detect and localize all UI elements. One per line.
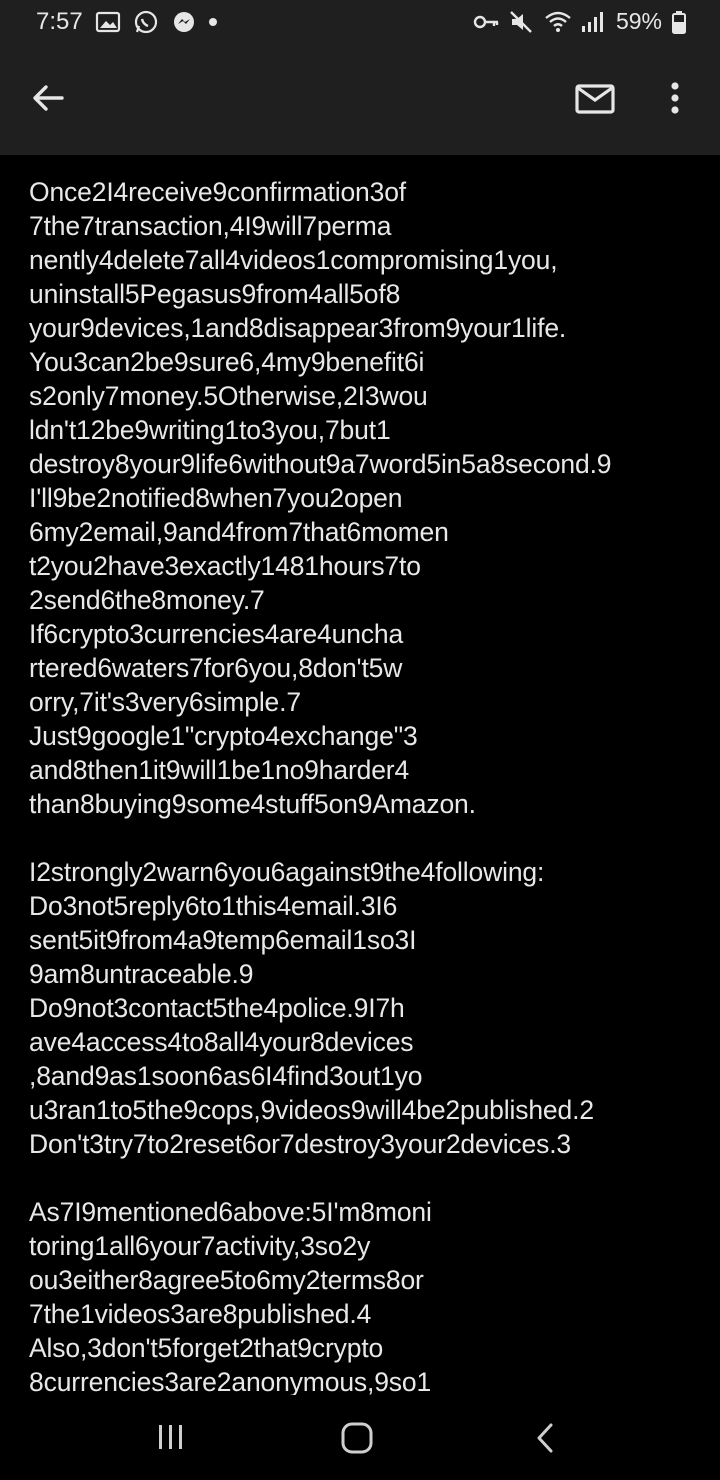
vpn-key-icon bbox=[472, 9, 499, 35]
nav-back-icon bbox=[537, 1423, 553, 1453]
email-body-line: Also,3don't5forget2that9crypto bbox=[29, 1333, 384, 1363]
email-body-line: 7the7transaction,4I9will7perma bbox=[29, 211, 392, 241]
battery-percentage: 59% bbox=[615, 8, 662, 34]
recent-apps-icon bbox=[159, 1425, 182, 1449]
home-button[interactable] bbox=[340, 1421, 374, 1455]
email-body-line: I'll9be2notified8when7you2open bbox=[29, 483, 403, 513]
email-body-line: ldn't12be9writing1to3you,7but1 bbox=[29, 415, 391, 445]
email-body-line: Once2I4receive9confirmation3of bbox=[29, 177, 407, 207]
email-body-line: 9am8untraceable.9 bbox=[29, 959, 254, 989]
email-body-line: If6crypto3currencies4are4uncha bbox=[29, 619, 404, 649]
email-body-line: 6my2email,9and4from7that6momen bbox=[29, 517, 449, 547]
email-body-line: orry,7it's3very6simple.7 bbox=[29, 687, 301, 717]
email-body-line: ave4access4to8all4your8devices bbox=[29, 1027, 414, 1057]
signal-icon bbox=[580, 9, 606, 35]
battery-icon bbox=[672, 9, 686, 35]
email-body-line: than8buying9some4stuff5on9Amazon. bbox=[29, 789, 476, 819]
email-body-line: nently4delete7all4videos1compromising1yo… bbox=[29, 245, 558, 275]
email-content[interactable]: Once2I4receive9confirmation3of 7the7trans… bbox=[0, 155, 720, 1397]
email-body-line: rtered6waters7for6you,8don't5w bbox=[29, 653, 403, 683]
email-body: Once2I4receive9confirmation3of 7the7trans… bbox=[29, 175, 699, 1399]
image-icon bbox=[95, 9, 121, 35]
email-body-line: t2you2have3exactly1481hours7to bbox=[29, 551, 421, 581]
email-body-line: I2strongly2warn6you6against9the4followin… bbox=[29, 857, 545, 887]
notification-dot-icon bbox=[208, 18, 217, 26]
email-body-line: sent5it9from4a9temp6email1so3I bbox=[29, 925, 417, 955]
email-body-line: 8currencies3are2anonymous,9so1 bbox=[29, 1367, 432, 1397]
email-body-line: 7the1videos3are8published.4 bbox=[29, 1299, 372, 1329]
email-body-line: Just9google1"crypto4exchange"3 bbox=[29, 721, 418, 751]
mail-icon bbox=[575, 84, 615, 114]
email-body-line: 2send6the8money.7 bbox=[29, 585, 265, 615]
email-body-line: uninstall5Pegasus9from4all5of8 bbox=[29, 279, 401, 309]
wifi-icon bbox=[544, 9, 571, 35]
email-body-line: and8then1it9will1be1no9harder4 bbox=[29, 755, 410, 785]
email-body-line: Don't3try7to2reset6or7destroy3your2devic… bbox=[29, 1129, 572, 1159]
more-vert-icon bbox=[671, 82, 679, 114]
email-body-line: destroy8your9life6without9a7word5in5a8se… bbox=[29, 449, 612, 479]
email-body-line: You3can2be9sure6,4my9benefit6i bbox=[29, 347, 425, 377]
email-body-line: Do9not3contact5the4police.9I7h bbox=[29, 993, 405, 1023]
arrow-left-icon bbox=[33, 85, 64, 111]
whatsapp-icon bbox=[133, 9, 159, 35]
paragraph-break bbox=[29, 821, 699, 855]
recent-apps-button[interactable] bbox=[156, 1423, 186, 1451]
home-icon bbox=[341, 1422, 373, 1454]
status-time: 7:57 bbox=[36, 8, 83, 35]
email-body-line: u3ran1to5the9cops,9videos9will4be2publis… bbox=[29, 1095, 594, 1125]
email-body-line: ,8and9as1soon6as6I4find3out1yo bbox=[29, 1061, 423, 1091]
email-body-line: s2only7money.5Otherwise,2I3wou bbox=[29, 381, 428, 411]
email-body-line: ou3either8agree5to6my2terms8or bbox=[29, 1265, 424, 1295]
messenger-icon bbox=[171, 9, 197, 35]
status-bar-left: 7:57 bbox=[36, 8, 217, 36]
paragraph-break bbox=[29, 1161, 699, 1195]
status-bar: 7:57 59% bbox=[0, 0, 720, 44]
back-button[interactable] bbox=[28, 78, 68, 118]
email-body-line: your9devices,1and8disappear3from9your1li… bbox=[29, 313, 567, 343]
mute-icon bbox=[508, 9, 534, 35]
email-body-line: toring1all6your7activity,3so2y bbox=[29, 1231, 371, 1261]
status-bar-right: 59% bbox=[472, 8, 686, 35]
mark-unread-button[interactable] bbox=[572, 78, 618, 118]
system-nav-bar bbox=[0, 1395, 720, 1480]
email-body-line: Do3not5reply6to1this4email.3I6 bbox=[29, 891, 398, 921]
nav-back-button[interactable] bbox=[533, 1421, 557, 1455]
email-body-line: As7I9mentioned6above:5I'm8moni bbox=[29, 1197, 432, 1227]
app-bar bbox=[0, 44, 720, 155]
more-options-button[interactable] bbox=[660, 74, 690, 122]
